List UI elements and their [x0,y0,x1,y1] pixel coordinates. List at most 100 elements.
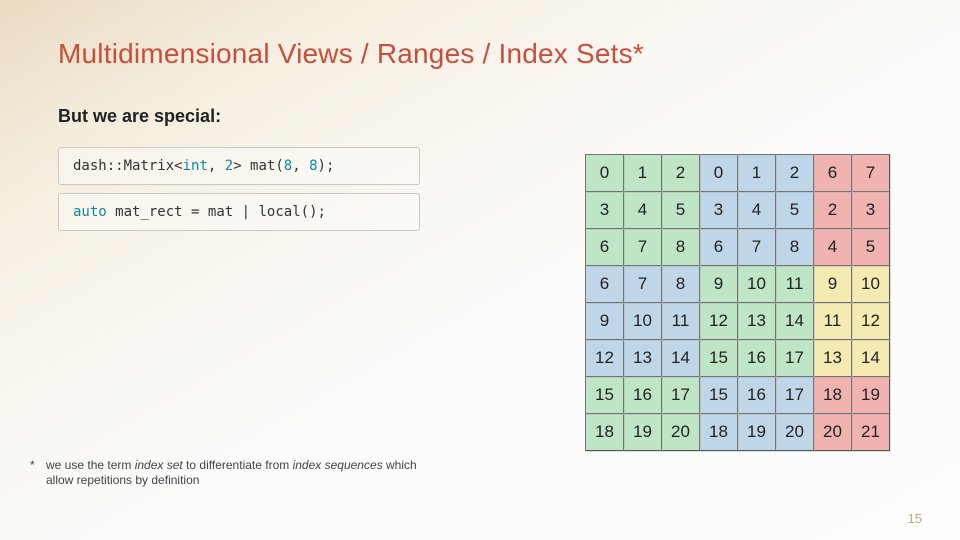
matrix-cell: 6 [586,266,624,303]
code-token: 2 [225,158,233,174]
footnote-body: we use the term index set to differentia… [46,458,436,488]
matrix-cell: 19 [738,414,776,451]
matrix-cell: 10 [738,266,776,303]
footnote-text: to differentiate from [183,458,293,472]
code-token: mat_rect [115,204,182,220]
matrix-cell: 18 [814,377,852,414]
footnote: *we use the term index set to differenti… [30,458,436,488]
code-column: dash::Matrix<int, 2> mat(8, 8); auto mat… [58,147,420,231]
matrix-cell: 20 [776,414,814,451]
matrix-cell: 17 [776,340,814,377]
matrix-cell: 10 [852,266,890,303]
footnote-text: we use the term [46,458,135,472]
matrix-cell: 4 [738,192,776,229]
matrix-cell: 9 [700,266,738,303]
matrix-cell: 20 [814,414,852,451]
matrix-cell: 8 [662,266,700,303]
matrix-cell: 20 [662,414,700,451]
matrix-cell: 4 [814,229,852,266]
matrix-cell: 19 [624,414,662,451]
code-token: 8 [284,158,292,174]
code-token: < [174,158,182,174]
footnote-marker: * [30,458,46,473]
matrix-cell: 16 [624,377,662,414]
code-token: dash [73,158,107,174]
matrix-cell: 3 [852,192,890,229]
matrix-cell: 0 [586,155,624,192]
matrix-cell: 14 [852,340,890,377]
matrix-cell: 6 [700,229,738,266]
matrix-cell: 6 [814,155,852,192]
code-token: | [233,204,258,220]
matrix-cell: 7 [624,229,662,266]
matrix-cell: 4 [624,192,662,229]
matrix-cell: 2 [776,155,814,192]
matrix-cell: 17 [662,377,700,414]
code-token: ) [318,158,326,174]
matrix-cell: 7 [738,229,776,266]
slide: Multidimensional Views / Ranges / Index … [0,0,960,540]
matrix-cell: 14 [776,303,814,340]
matrix-cell: 21 [852,414,890,451]
matrix-cell: 12 [700,303,738,340]
matrix-cell: 7 [624,266,662,303]
matrix-cell: 5 [776,192,814,229]
matrix-cell: 5 [852,229,890,266]
matrix-cell: 12 [852,303,890,340]
code-token: :: [107,158,124,174]
matrix-cell: 9 [814,266,852,303]
slide-subtitle: But we are special: [58,106,902,127]
code-token: > [233,158,250,174]
matrix-cell: 13 [738,303,776,340]
matrix-cell: 8 [776,229,814,266]
code-token: ( [275,158,283,174]
code-token: auto [73,204,107,220]
code-token: mat [250,158,275,174]
matrix-cell: 16 [738,340,776,377]
matrix-table: 0120126734534523678678456789101191091011… [585,154,890,451]
code-token: , [292,158,309,174]
code-token: , [208,158,225,174]
page-number: 15 [908,511,922,526]
matrix-cell: 2 [814,192,852,229]
matrix-cell: 3 [586,192,624,229]
code-token: mat [208,204,233,220]
slide-title: Multidimensional Views / Ranges / Index … [58,38,902,70]
matrix-cell: 0 [700,155,738,192]
matrix-cell: 12 [586,340,624,377]
matrix-cell: 18 [700,414,738,451]
matrix-cell: 17 [776,377,814,414]
matrix-cell: 11 [814,303,852,340]
matrix-cell: 2 [662,155,700,192]
matrix-cell: 15 [700,377,738,414]
matrix-cell: 16 [738,377,776,414]
footnote-em: index sequences [293,458,383,472]
code-box-2: auto mat_rect = mat | local(); [58,193,420,231]
code-token [107,204,115,220]
matrix-cell: 18 [586,414,624,451]
matrix-cell: 1 [738,155,776,192]
code-box-1: dash::Matrix<int, 2> mat(8, 8); [58,147,420,185]
footnote-em: index set [135,458,183,472]
matrix-cell: 14 [662,340,700,377]
matrix-cell: 15 [700,340,738,377]
code-token: 8 [309,158,317,174]
matrix-cell: 13 [814,340,852,377]
matrix-cell: 11 [776,266,814,303]
matrix-cell: 1 [624,155,662,192]
matrix-cell: 10 [624,303,662,340]
matrix-figure: 0120126734534523678678456789101191091011… [585,154,890,451]
matrix-cell: 5 [662,192,700,229]
matrix-cell: 11 [662,303,700,340]
matrix-cell: 8 [662,229,700,266]
matrix-cell: 7 [852,155,890,192]
code-token: (); [301,204,326,220]
code-token: ; [326,158,334,174]
matrix-cell: 19 [852,377,890,414]
matrix-cell: 3 [700,192,738,229]
code-token: Matrix [124,158,175,174]
matrix-cell: 15 [586,377,624,414]
code-token: = [183,204,208,220]
matrix-cell: 13 [624,340,662,377]
code-token: local [258,204,300,220]
